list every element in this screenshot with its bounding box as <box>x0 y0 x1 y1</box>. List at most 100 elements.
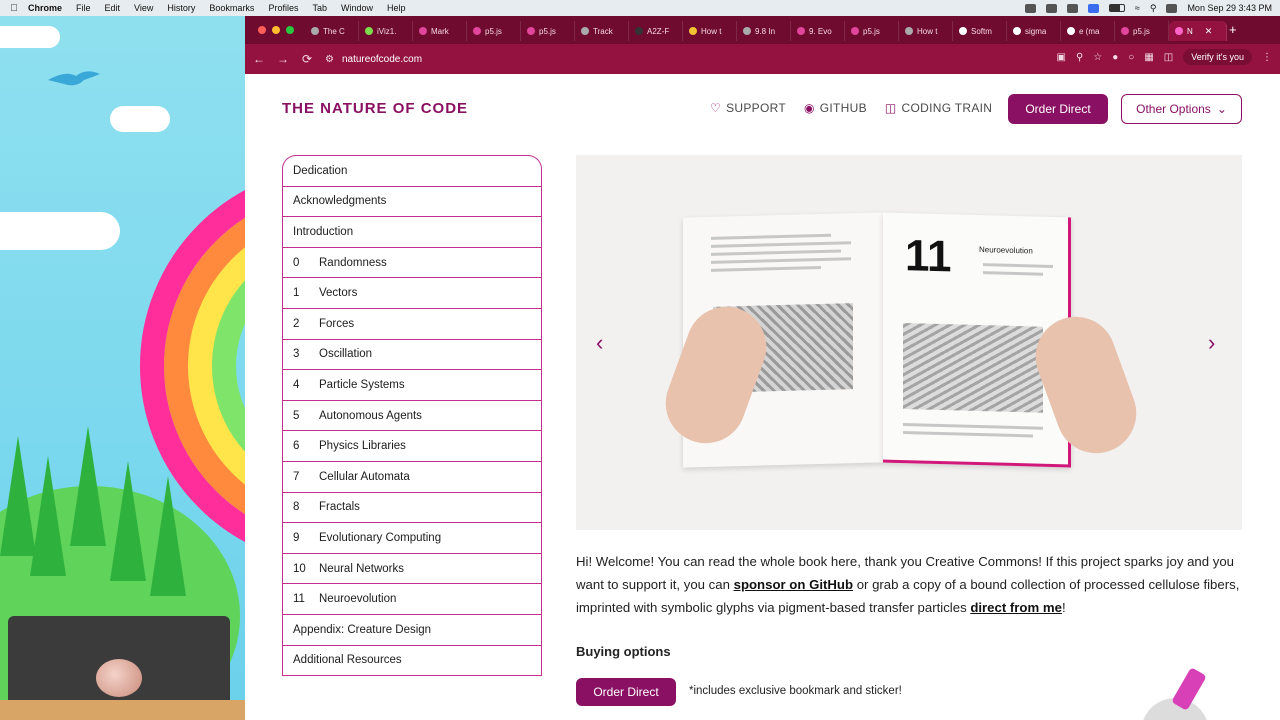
coding-train-link[interactable]: ◫ CODING TRAIN <box>885 101 992 115</box>
toc-item[interactable]: 0 Randomness <box>283 248 541 279</box>
tab[interactable]: How t <box>683 21 737 41</box>
tab[interactable]: p5.js <box>1115 21 1169 41</box>
tab-favicon-icon <box>905 27 913 35</box>
toc-item[interactable]: Acknowledgments <box>283 187 541 218</box>
tab[interactable]: Track <box>575 21 629 41</box>
site-info-icon[interactable]: ⚙ <box>325 54 334 65</box>
spotlight-search-icon[interactable]: ⚲ <box>1150 3 1157 14</box>
tab[interactable]: p5.js <box>845 21 899 41</box>
direct-from-me-link[interactable]: direct from me <box>970 600 1062 615</box>
table-of-contents: Dedication Acknowledgments Introduction 0 Ra… <box>282 155 542 677</box>
menu-chrome[interactable]: Chrome <box>28 3 62 13</box>
toc-item[interactable]: 1 Vectors <box>283 278 541 309</box>
toc-item[interactable]: 3 Oscillation <box>283 340 541 371</box>
apple-menu-icon[interactable]:  <box>0 3 28 14</box>
control-center-icon[interactable] <box>1166 3 1178 13</box>
toc-item[interactable]: 4 Particle Systems <box>283 370 541 401</box>
tab[interactable]: e (ma <box>1061 21 1115 41</box>
tab-active[interactable]: N ✕ <box>1169 21 1227 41</box>
toc-item[interactable]: 11 Neuroevolution <box>283 584 541 615</box>
menu-window[interactable]: Window <box>341 3 373 13</box>
tab[interactable]: sigma <box>1007 21 1061 41</box>
toc-item[interactable]: 10 Neural Networks <box>283 554 541 585</box>
carousel-prev-button[interactable]: ‹ <box>596 330 603 356</box>
toc-item[interactable]: Dedication <box>283 156 541 187</box>
zoom-icon[interactable]: ⚲ <box>1076 52 1083 63</box>
extension-w-icon[interactable]: ○ <box>1128 52 1134 63</box>
toc-item[interactable]: Introduction <box>283 217 541 248</box>
tab[interactable]: Softm <box>953 21 1007 41</box>
extension-icon[interactable]: ● <box>1112 52 1118 63</box>
zoom-window-icon[interactable] <box>286 26 294 34</box>
browser-menu-icon[interactable]: ⋮ <box>1262 52 1272 63</box>
tab[interactable]: How t <box>899 21 953 41</box>
menu-bookmarks[interactable]: Bookmarks <box>209 3 254 13</box>
toc-item-label: Neural Networks <box>319 562 404 575</box>
menu-file[interactable]: File <box>76 3 91 13</box>
toc-item[interactable]: Additional Resources <box>283 646 541 677</box>
text-line <box>903 431 1033 438</box>
forward-button[interactable]: → <box>271 52 295 66</box>
toc-item[interactable]: Appendix: Creature Design <box>283 615 541 646</box>
tab[interactable]: iViz1. <box>359 21 413 41</box>
tab[interactable]: 9.8 In <box>737 21 791 41</box>
toc-item[interactable]: 8 Fractals <box>283 493 541 524</box>
side-panel-icon[interactable]: ◫ <box>1164 52 1173 63</box>
install-app-icon[interactable]: ▣ <box>1057 52 1066 63</box>
tab[interactable]: p5.js <box>521 21 575 41</box>
tab-label: 9.8 In <box>755 26 776 36</box>
menu-edit[interactable]: Edit <box>105 3 121 13</box>
coding-train-label: CODING TRAIN <box>901 101 993 115</box>
menu-tab[interactable]: Tab <box>312 3 327 13</box>
browser-window: The C iViz1. Mark p5.js p5.js Track A2Z-… <box>245 16 1280 720</box>
close-window-icon[interactable] <box>258 26 266 34</box>
sponsor-github-link[interactable]: sponsor on GitHub <box>734 577 853 592</box>
reload-button[interactable]: ⟳ <box>295 52 319 66</box>
other-options-dropdown[interactable]: Other Options ⌄ <box>1121 94 1242 124</box>
tab-label: p5.js <box>863 26 880 36</box>
text-line <box>711 249 841 256</box>
tab[interactable]: p5.js <box>467 21 521 41</box>
tab[interactable]: A2Z-F <box>629 21 683 41</box>
order-direct-button[interactable]: Order Direct <box>1008 94 1108 124</box>
tab-favicon-icon <box>797 27 805 35</box>
tab-label: A2Z-F <box>647 26 670 36</box>
menu-help[interactable]: Help <box>387 3 406 13</box>
url-text[interactable]: natureofcode.com <box>342 54 422 65</box>
tab-favicon-icon <box>365 27 373 35</box>
extensions-puzzle-icon[interactable]: ▦ <box>1144 52 1153 63</box>
battery-icon[interactable] <box>1108 4 1125 12</box>
back-button[interactable]: ← <box>247 52 271 66</box>
support-link[interactable]: ♡ SUPPORT <box>710 101 786 115</box>
toc-item[interactable]: 2 Forces <box>283 309 541 340</box>
close-tab-icon[interactable]: ✕ <box>1205 26 1213 37</box>
tab[interactable]: Mark <box>413 21 467 41</box>
profile-verify-button[interactable]: Verify it's you <box>1183 49 1252 65</box>
bookmark-star-icon[interactable]: ☆ <box>1093 52 1102 63</box>
toc-item[interactable]: 9 Evolutionary Computing <box>283 523 541 554</box>
github-link[interactable]: ◉ GITHUB <box>804 101 867 115</box>
toc-item[interactable]: 5 Autonomous Agents <box>283 401 541 432</box>
tab[interactable]: 9. Evo <box>791 21 845 41</box>
site-title[interactable]: THE NATURE OF CODE <box>282 100 468 117</box>
tab-label: How t <box>701 26 722 36</box>
shield-status-icon[interactable] <box>1024 3 1036 13</box>
toc-chapter-number: 11 <box>293 593 305 606</box>
menu-profiles[interactable]: Profiles <box>268 3 298 13</box>
minimize-window-icon[interactable] <box>272 26 280 34</box>
carousel-next-button[interactable]: › <box>1208 330 1215 356</box>
wifi-icon[interactable]: ≈ <box>1135 3 1140 13</box>
toc-item[interactable]: 6 Physics Libraries <box>283 431 541 462</box>
buying-order-direct-button[interactable]: Order Direct <box>576 678 676 706</box>
menu-view[interactable]: View <box>134 3 153 13</box>
menu-history[interactable]: History <box>167 3 195 13</box>
new-tab-button[interactable]: + <box>1229 22 1237 37</box>
toc-chapter-number: 1 <box>293 287 300 300</box>
wand-status-icon[interactable] <box>1066 3 1078 13</box>
tab[interactable]: The C <box>305 21 359 41</box>
toc-item[interactable]: 7 Cellular Automata <box>283 462 541 493</box>
record-status-icon[interactable] <box>1045 3 1057 13</box>
focus-status-icon[interactable] <box>1087 3 1099 13</box>
menu-clock[interactable]: Mon Sep 29 3:43 PM <box>1187 3 1272 13</box>
site-nav: ♡ SUPPORT ◉ GITHUB ◫ CODING TRAIN <box>710 101 992 115</box>
